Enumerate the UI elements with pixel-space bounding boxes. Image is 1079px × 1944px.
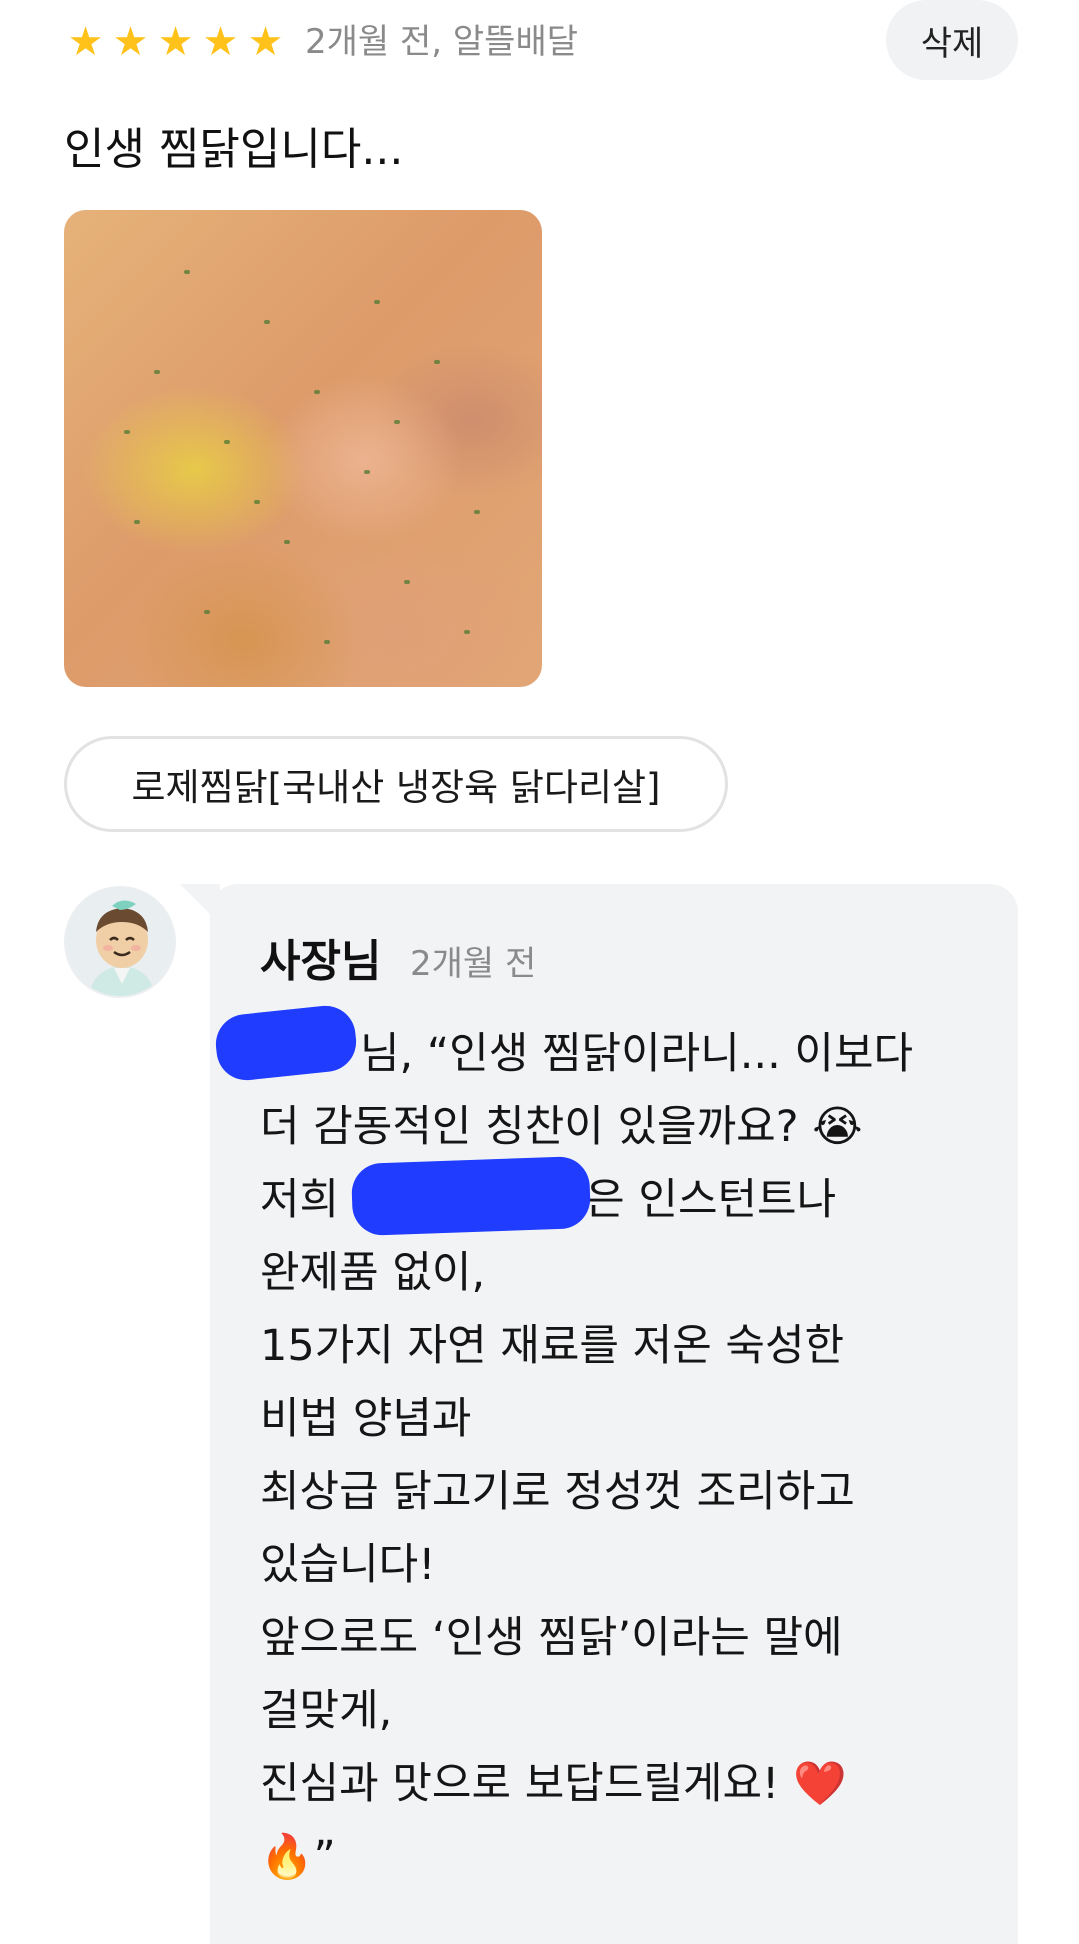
redaction-mark: [350, 1155, 592, 1237]
owner-reply-text: 님, “인생 찜닭이라니... 이보다 더 감동적인 칭찬이 있을까요? 😭 저…: [260, 1018, 1000, 1894]
star-icon: ★: [112, 19, 149, 65]
chef-character-icon: [66, 888, 174, 996]
reply-line: 더 감동적인 칭찬이 있을까요? 😭: [260, 1102, 863, 1152]
reply-line: 걸맞게,: [260, 1686, 393, 1736]
owner-name: 사장님: [260, 936, 382, 987]
review-text: 인생 찜닭입니다...: [64, 124, 404, 175]
rating-stars: ★ ★ ★ ★ ★: [64, 22, 287, 62]
star-icon: ★: [202, 19, 239, 65]
reply-line: 앞으로도 ‘인생 찜닭’이라는 말에: [260, 1613, 843, 1663]
reply-line: 비법 양념과: [260, 1394, 472, 1444]
reply-line: 님, “인생 찜닭이라니... 이보다: [360, 1029, 914, 1079]
reply-line: 🔥”: [260, 1832, 336, 1882]
owner-avatar: [64, 886, 176, 998]
reply-line: 완제품 없이,: [260, 1248, 486, 1298]
reply-line: 있습니다!: [260, 1540, 436, 1590]
review-meta: 2개월 전, 알뜰배달: [305, 22, 579, 62]
reply-line: 최상급 닭고기로 정성껏 조리하고: [260, 1467, 855, 1517]
delete-button[interactable]: 삭제: [886, 0, 1018, 80]
star-icon: ★: [247, 19, 284, 65]
review-photo[interactable]: [64, 210, 542, 687]
owner-reply-time: 2개월 전: [410, 944, 537, 984]
reply-line: 15가지 자연 재료를 저온 숙성한: [260, 1321, 845, 1371]
reply-line: 진심과 맛으로 보답드릴게요! ❤️: [260, 1759, 847, 1809]
star-icon: ★: [157, 19, 194, 65]
menu-item-chip[interactable]: 로제찜닭[국내산 냉장육 닭다리살]: [64, 736, 728, 832]
star-icon: ★: [67, 19, 104, 65]
